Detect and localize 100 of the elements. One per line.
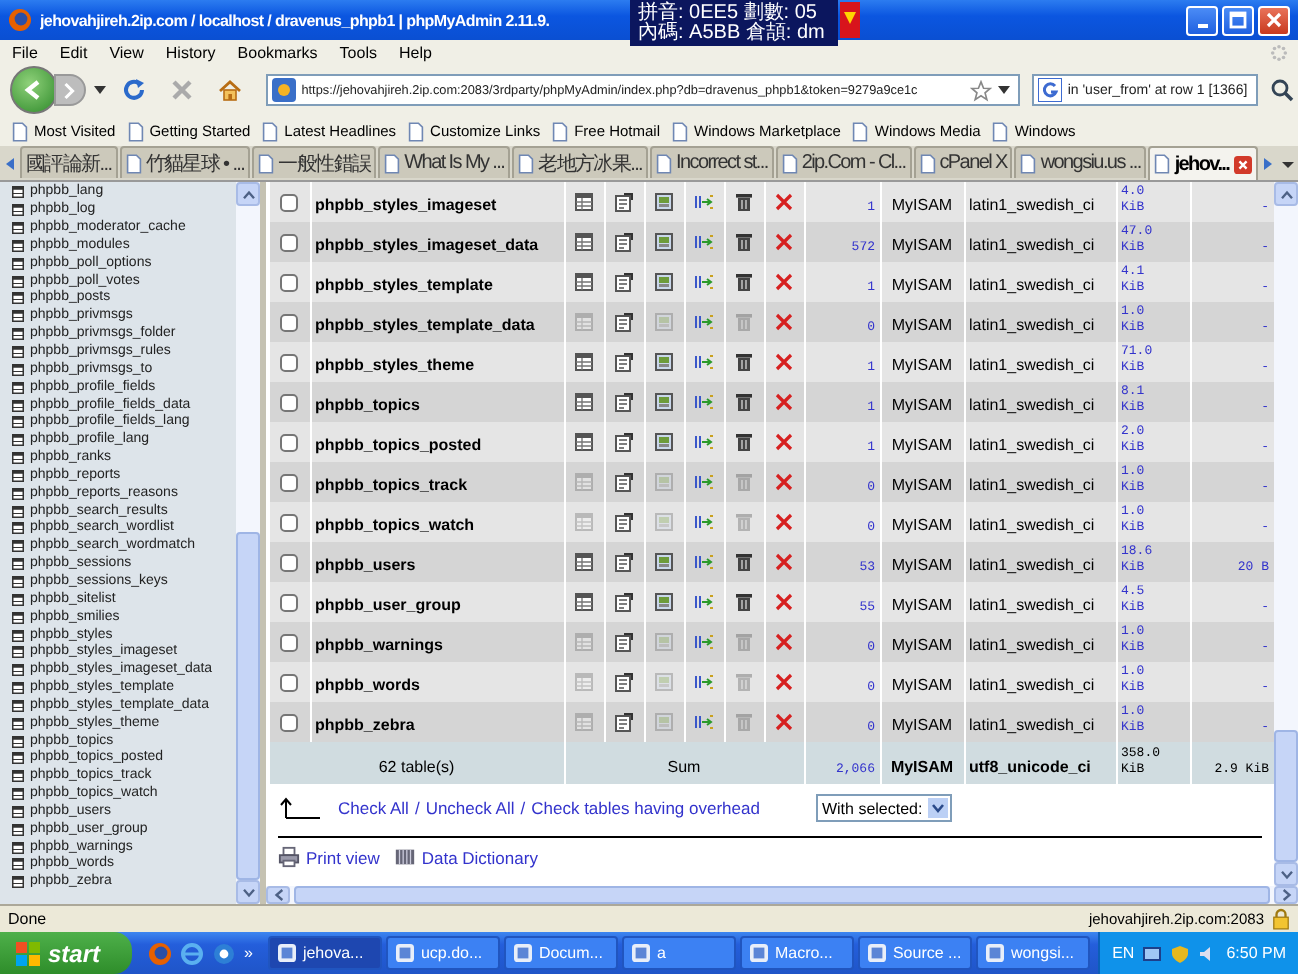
taskbar-button[interactable]: Docum...: [504, 936, 619, 970]
menu-item[interactable]: Edit: [59, 43, 88, 61]
insert-icon[interactable]: [694, 392, 714, 412]
scroll-down-button[interactable]: [1274, 862, 1298, 886]
menu-item[interactable]: Bookmarks: [237, 43, 318, 61]
drop-icon[interactable]: [774, 672, 794, 692]
empty-icon[interactable]: [734, 432, 754, 452]
search-engine-icon[interactable]: [1037, 78, 1062, 102]
insert-icon[interactable]: [694, 352, 714, 372]
search-icon[interactable]: [654, 592, 674, 612]
row-checkbox[interactable]: [280, 353, 299, 371]
bookmark-star-icon[interactable]: [969, 79, 992, 101]
structure-icon[interactable]: [614, 192, 634, 212]
drop-icon[interactable]: [774, 712, 794, 732]
taskbar-button[interactable]: a: [622, 936, 737, 970]
row-checkbox[interactable]: [280, 233, 299, 251]
row-checkbox[interactable]: [280, 713, 299, 731]
check-link[interactable]: Uncheck All: [425, 798, 515, 818]
scroll-right-button[interactable]: [1274, 886, 1298, 904]
taskbar-button[interactable]: jehova...: [268, 936, 383, 970]
footer-link[interactable]: Data Dictionary: [421, 847, 538, 867]
menu-item[interactable]: Help: [398, 43, 432, 61]
empty-icon[interactable]: [734, 272, 754, 292]
scroll-down-button[interactable]: [236, 880, 260, 904]
insert-icon[interactable]: [694, 672, 714, 692]
menu-item[interactable]: Tools: [339, 43, 377, 61]
minimize-button[interactable]: [1186, 5, 1218, 35]
search-icon[interactable]: [654, 432, 674, 452]
search-icon[interactable]: [654, 392, 674, 412]
empty-icon[interactable]: [734, 232, 754, 252]
row-checkbox[interactable]: [280, 673, 299, 691]
check-link[interactable]: Check tables having overhead: [531, 798, 760, 818]
footer-link[interactable]: Print view: [306, 847, 380, 867]
row-checkbox[interactable]: [280, 393, 299, 411]
structure-icon[interactable]: [614, 672, 634, 692]
structure-icon[interactable]: [614, 632, 634, 652]
browser-tab[interactable]: 老地方冰果...: [512, 146, 649, 178]
search-icon[interactable]: [654, 272, 674, 292]
structure-icon[interactable]: [614, 272, 634, 292]
taskbar-button[interactable]: Macro...: [740, 936, 855, 970]
drop-icon[interactable]: [774, 352, 794, 372]
row-checkbox[interactable]: [280, 433, 299, 451]
row-checkbox[interactable]: [280, 313, 299, 331]
back-button[interactable]: [10, 66, 58, 114]
structure-icon[interactable]: [614, 512, 634, 532]
browse-icon[interactable]: [574, 552, 594, 572]
empty-icon[interactable]: [734, 392, 754, 412]
empty-icon[interactable]: [734, 192, 754, 212]
drop-icon[interactable]: [774, 272, 794, 292]
browser-tab[interactable]: wongsiu.us ...: [1014, 146, 1147, 178]
search-icon[interactable]: [654, 552, 674, 572]
structure-icon[interactable]: [614, 712, 634, 732]
search-icon[interactable]: [654, 232, 674, 252]
scroll-up-button[interactable]: [1274, 182, 1298, 206]
browse-icon[interactable]: [574, 352, 594, 372]
table-name[interactable]: phpbb_topics: [315, 396, 420, 414]
more-icons-button[interactable]: »: [244, 944, 253, 962]
insert-icon[interactable]: [694, 472, 714, 492]
browser-icon[interactable]: [212, 941, 236, 965]
check-link[interactable]: Check All: [338, 798, 409, 818]
taskbar-button[interactable]: ucp.do...: [386, 936, 501, 970]
home-icon[interactable]: [217, 78, 242, 102]
browser-tab[interactable]: 2ip.Com - Cl...: [775, 146, 912, 178]
browse-icon[interactable]: [574, 232, 594, 252]
browser-tab[interactable]: cPanel X: [913, 146, 1013, 178]
insert-icon[interactable]: [694, 192, 714, 212]
browse-icon[interactable]: [574, 592, 594, 612]
drop-icon[interactable]: [774, 392, 794, 412]
taskbar-button[interactable]: Source ...: [858, 936, 973, 970]
table-name[interactable]: phpbb_words: [315, 676, 420, 694]
structure-icon[interactable]: [614, 392, 634, 412]
scroll-left-icon[interactable]: [2, 156, 18, 172]
insert-icon[interactable]: [694, 272, 714, 292]
menu-item[interactable]: View: [109, 43, 144, 61]
browse-icon[interactable]: [574, 272, 594, 292]
history-caret-icon[interactable]: [93, 86, 106, 94]
structure-icon[interactable]: [614, 432, 634, 452]
menu-item[interactable]: File: [12, 43, 38, 61]
row-checkbox[interactable]: [280, 273, 299, 291]
structure-icon[interactable]: [614, 472, 634, 492]
drop-icon[interactable]: [774, 632, 794, 652]
insert-icon[interactable]: [694, 432, 714, 452]
scroll-up-button[interactable]: [236, 182, 260, 206]
tab-list-caret-icon[interactable]: [1280, 156, 1296, 172]
row-checkbox[interactable]: [280, 473, 299, 491]
row-checkbox[interactable]: [280, 633, 299, 651]
drop-icon[interactable]: [774, 232, 794, 252]
scroll-left-button[interactable]: [266, 886, 290, 904]
search-icon[interactable]: [1269, 78, 1294, 102]
start-button[interactable]: start: [0, 932, 132, 974]
drop-icon[interactable]: [774, 552, 794, 572]
drop-icon[interactable]: [774, 512, 794, 532]
structure-icon[interactable]: [614, 312, 634, 332]
empty-icon[interactable]: [734, 552, 754, 572]
table-name[interactable]: phpbb_users: [315, 556, 416, 574]
insert-icon[interactable]: [694, 552, 714, 572]
structure-icon[interactable]: [614, 552, 634, 572]
table-name[interactable]: phpbb_zebra: [315, 716, 415, 734]
insert-icon[interactable]: [694, 512, 714, 532]
close-button[interactable]: [1258, 5, 1290, 35]
